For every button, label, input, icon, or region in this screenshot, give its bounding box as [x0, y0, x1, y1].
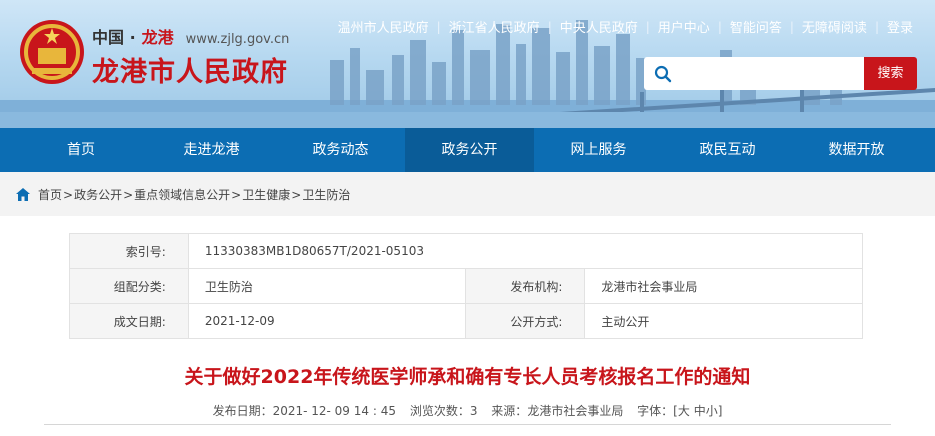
link-wenzhou-gov[interactable]: 温州市人民政府: [338, 17, 429, 36]
publish-date-label: 发布日期：: [212, 404, 273, 418]
category-value: 卫生防治: [187, 268, 467, 304]
font-size-large[interactable]: 大: [678, 404, 690, 418]
document-meta-table: 索引号: 11330383MB1D80657T/2021-05103 组配分类:…: [69, 233, 864, 339]
publish-date-value: 2021- 12- 09 14 : 45: [272, 404, 396, 418]
breadcrumb-gov-open[interactable]: 政务公开: [74, 186, 122, 203]
article-title: 关于做好2022年传统医学师承和确有专长人员考核报名工作的通知: [184, 366, 751, 388]
link-smart-qa[interactable]: 智能问答: [730, 17, 782, 36]
category-label: 组配分类:: [69, 268, 189, 304]
views-label: 浏览次数：: [409, 404, 470, 418]
article-source: 来源：龙港市社会事业局: [491, 404, 623, 418]
site-header: 中国 · 龙港 www.zjlg.gov.cn 龙港市人民政府 温州市人民政府 |…: [0, 0, 935, 128]
date-value: 2021-12-09: [187, 303, 467, 339]
source-label: 来源：: [491, 404, 528, 418]
font-size-small[interactable]: 小: [706, 404, 718, 418]
method-value: 主动公开: [584, 303, 863, 339]
nav-item-open-data[interactable]: 数据开放: [792, 128, 921, 172]
search-input[interactable]: [678, 61, 862, 87]
publisher-label: 发布机构:: [465, 268, 586, 304]
source-value: 龙港市社会事业局: [527, 404, 624, 418]
breadcrumb-key-areas[interactable]: 重点领域信息公开: [134, 186, 230, 203]
search-bar: 搜索: [644, 57, 917, 90]
nav-item-about[interactable]: 走进龙港: [147, 128, 276, 172]
home-icon: [16, 188, 30, 201]
nav-item-interaction[interactable]: 政民互动: [663, 128, 792, 172]
nav-item-home[interactable]: 首页: [15, 128, 147, 172]
table-row: 成文日期: 2021-12-09 公开方式: 主动公开: [69, 303, 863, 339]
breadcrumb-disease-control[interactable]: 卫生防治: [302, 186, 350, 203]
font-size-medium[interactable]: 中: [694, 404, 706, 418]
article-info: 发布日期：2021- 12- 09 14 : 45 浏览次数：3 来源：龙港市社…: [0, 402, 935, 419]
search-icon: [654, 65, 672, 83]
site-url: www.zjlg.gov.cn: [185, 32, 290, 47]
national-emblem-icon: [20, 20, 84, 84]
breadcrumb: 首页 > 政务公开 > 重点领域信息公开 > 卫生健康 > 卫生防治: [16, 186, 350, 203]
search-button[interactable]: 搜索: [864, 57, 917, 90]
nav-item-online-service[interactable]: 网上服务: [534, 128, 663, 172]
nav-item-news[interactable]: 政务动态: [276, 128, 405, 172]
table-row: 索引号: 11330383MB1D80657T/2021-05103: [69, 233, 864, 269]
site-identity: 中国 · 龙港 www.zjlg.gov.cn: [92, 24, 289, 48]
views-value: 3: [469, 404, 478, 418]
divider: [44, 424, 891, 425]
link-central-gov[interactable]: 中央人民政府: [560, 17, 638, 36]
link-login[interactable]: 登录: [887, 17, 913, 36]
table-row: 组配分类: 卫生防治 发布机构: 龙港市社会事业局: [69, 268, 863, 304]
link-accessible-reading[interactable]: 无障碍阅读: [802, 17, 867, 36]
site-name: 龙港市人民政府: [92, 57, 288, 88]
font-size-control: 字体：[大 中小]: [637, 404, 722, 418]
main-nav: 首页 走进龙港 政务动态 政务公开 网上服务 政民互动 数据开放: [0, 128, 935, 172]
breadcrumb-bar: 首页 > 政务公开 > 重点领域信息公开 > 卫生健康 > 卫生防治: [0, 172, 935, 216]
view-count: 浏览次数：3: [410, 404, 478, 418]
link-zhejiang-gov[interactable]: 浙江省人民政府: [449, 17, 540, 36]
date-label: 成文日期:: [69, 303, 189, 339]
site-city: 龙港: [141, 28, 174, 47]
site-prefix: 中国 ·: [92, 28, 136, 47]
method-label: 公开方式:: [465, 303, 586, 339]
nav-item-gov-open[interactable]: 政务公开: [405, 128, 534, 172]
index-label: 索引号:: [69, 233, 189, 269]
link-user-center[interactable]: 用户中心: [658, 17, 710, 36]
publish-date: 发布日期：2021- 12- 09 14 : 45: [213, 404, 396, 418]
font-bracket-close: ]: [717, 404, 723, 418]
breadcrumb-home[interactable]: 首页: [38, 186, 62, 203]
top-links: 温州市人民政府 | 浙江省人民政府 | 中央人民政府 | 用户中心 | 智能问答 | 无障…: [338, 17, 913, 37]
font-size-label: 字体：: [637, 404, 674, 418]
breadcrumb-health[interactable]: 卫生健康: [242, 186, 290, 203]
index-value: 11330383MB1D80657T/2021-05103: [187, 233, 864, 269]
search-box: [644, 57, 864, 90]
publisher-value: 龙港市社会事业局: [584, 268, 863, 304]
